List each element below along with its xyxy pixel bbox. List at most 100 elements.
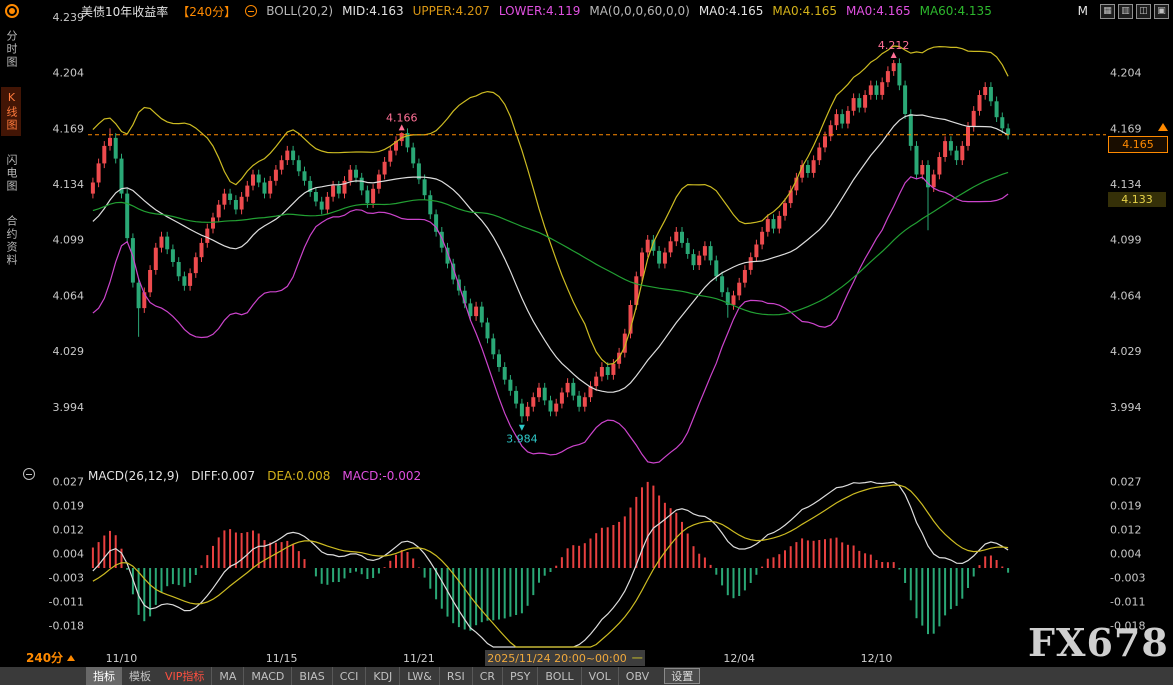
toolbar-tab-11[interactable]: CR	[472, 667, 502, 685]
macd-hist-bar	[755, 568, 757, 575]
annotation-arrow-icon	[519, 425, 525, 431]
macd-hist-bar	[315, 568, 317, 576]
split-layout-icon[interactable]: ◫	[1136, 4, 1151, 19]
macd-hist-bar	[349, 568, 351, 573]
period-badge[interactable]: 240分	[26, 649, 75, 666]
boll-label: BOLL(20,2)	[266, 4, 333, 18]
macd-hist-bar	[984, 556, 986, 568]
boll-mid-value: MID:4.163	[342, 4, 404, 18]
logo-icon[interactable]	[5, 4, 19, 18]
candle-body	[531, 397, 535, 407]
macd-hist-bar	[641, 487, 643, 568]
x-axis-label: 11/21	[403, 652, 435, 665]
ma60-value: MA60:4.135	[920, 4, 992, 18]
candle-body	[840, 114, 844, 124]
candle-body	[657, 251, 661, 264]
candle-body	[222, 194, 226, 205]
collapse-main-icon[interactable]	[245, 5, 257, 17]
toolbar-tab-5[interactable]: MACD	[243, 667, 291, 685]
candle-body	[577, 396, 581, 407]
menu-m[interactable]: M	[1078, 4, 1088, 18]
sidebar-item-fenshi[interactable]: 分时图	[1, 26, 21, 73]
macd-hist-bar	[938, 568, 940, 626]
candle-body	[812, 160, 816, 173]
period-up-icon	[67, 655, 75, 661]
macd-hist-bar	[475, 568, 477, 625]
macd-hist-bar	[578, 546, 580, 568]
y-axis-label-right: 4.099	[1110, 234, 1142, 247]
candle-body	[194, 257, 198, 273]
candle-body	[177, 262, 181, 276]
maximize-layout-icon[interactable]: ▣	[1154, 4, 1169, 19]
macd-hist-bar	[441, 568, 443, 609]
toolbar-tab-9[interactable]: LW&	[399, 667, 439, 685]
candle-body	[348, 170, 352, 181]
macd-hist-bar	[921, 568, 923, 626]
toolbar-tab-3[interactable]: VIP指标	[158, 667, 211, 685]
toolbar-tab-15[interactable]: OBV	[618, 667, 656, 685]
macd-name: MACD(26,12,9)	[88, 469, 179, 483]
sidebar-item-kline[interactable]: K线图	[1, 87, 21, 136]
toolbar-tab-10[interactable]: RSI	[439, 667, 472, 685]
macd-axis-label-right: 0.004	[1110, 548, 1142, 561]
x-axis-label: 11/15	[266, 652, 298, 665]
price-annotation: 4.166	[386, 111, 418, 124]
sidebar-item-contract[interactable]: 合约资料	[1, 211, 21, 271]
collapse-macd-icon[interactable]	[23, 468, 35, 480]
macd-dea-value: DEA:0.008	[267, 469, 330, 483]
ma0-value-1: MA0:4.165	[699, 4, 764, 18]
toolbar-tab-14[interactable]: VOL	[581, 667, 618, 685]
toolbar-tab-13[interactable]: BOLL	[537, 667, 580, 685]
macd-axis-label-right: -0.003	[1110, 572, 1145, 585]
candle-body	[766, 219, 770, 232]
macd-hist-bar	[824, 539, 826, 568]
macd-hist-bar	[950, 568, 952, 609]
macd-hist-bar	[818, 540, 820, 568]
period-text: 240分	[26, 649, 63, 666]
toolbar-tab-7[interactable]: CCI	[332, 667, 366, 685]
candle-body	[211, 218, 215, 229]
candle-body	[268, 181, 272, 194]
candle-body	[234, 200, 238, 210]
candle-body	[892, 63, 896, 71]
toolbar-tab-16[interactable]: 设置	[664, 668, 700, 684]
macd-hist-bar	[172, 568, 174, 584]
toolbar-tab-8[interactable]: KDJ	[365, 667, 399, 685]
macd-hist-bar	[778, 554, 780, 568]
boll-upper-value: UPPER:4.207	[413, 4, 490, 18]
toolbar-tab-1[interactable]: 指标	[86, 667, 122, 685]
macd-hist-bar	[384, 567, 386, 568]
annotation-arrow-icon	[399, 124, 405, 130]
macd-hist-bar	[458, 568, 460, 627]
sidebar-item-lightning[interactable]: 闪电图	[1, 150, 21, 197]
toolbar-tab-12[interactable]: PSY	[502, 667, 537, 685]
toolbar-tab-4[interactable]: MA	[211, 667, 243, 685]
candle-body	[480, 307, 484, 323]
grid-layout-icon[interactable]: ▦	[1100, 4, 1115, 19]
macd-hist-bar	[721, 568, 723, 585]
toolbar-tab-2[interactable]: 模板	[122, 667, 158, 685]
macd-hist-bar	[487, 568, 489, 621]
chart-canvas[interactable]: 4.2394.2044.2044.1694.1694.1344.1344.099…	[0, 0, 1173, 685]
price-arrow-icon[interactable]	[1158, 123, 1168, 131]
y-axis-label-left: 3.994	[53, 401, 85, 414]
macd-hist-bar	[418, 568, 420, 569]
macd-hist-bar	[332, 568, 334, 582]
candle-body	[331, 186, 335, 197]
macd-hist-bar	[155, 568, 157, 605]
chart-layout-icon[interactable]: ▥	[1118, 4, 1133, 19]
x-axis-label: 12/10	[861, 652, 893, 665]
candle-body	[783, 203, 787, 216]
macd-hist-bar	[126, 568, 128, 570]
macd-hist-bar	[424, 568, 426, 578]
annotation-arrow-icon	[891, 52, 897, 58]
candle-body	[503, 367, 507, 380]
macd-hist-bar	[836, 538, 838, 568]
candle-body	[137, 283, 141, 309]
toolbar-tab-6[interactable]: BIAS	[291, 667, 331, 685]
candle-body	[714, 260, 718, 276]
macd-hist-bar	[784, 550, 786, 568]
candle-body	[806, 165, 810, 173]
macd-hist-bar	[887, 562, 889, 568]
candle-body	[920, 165, 924, 175]
